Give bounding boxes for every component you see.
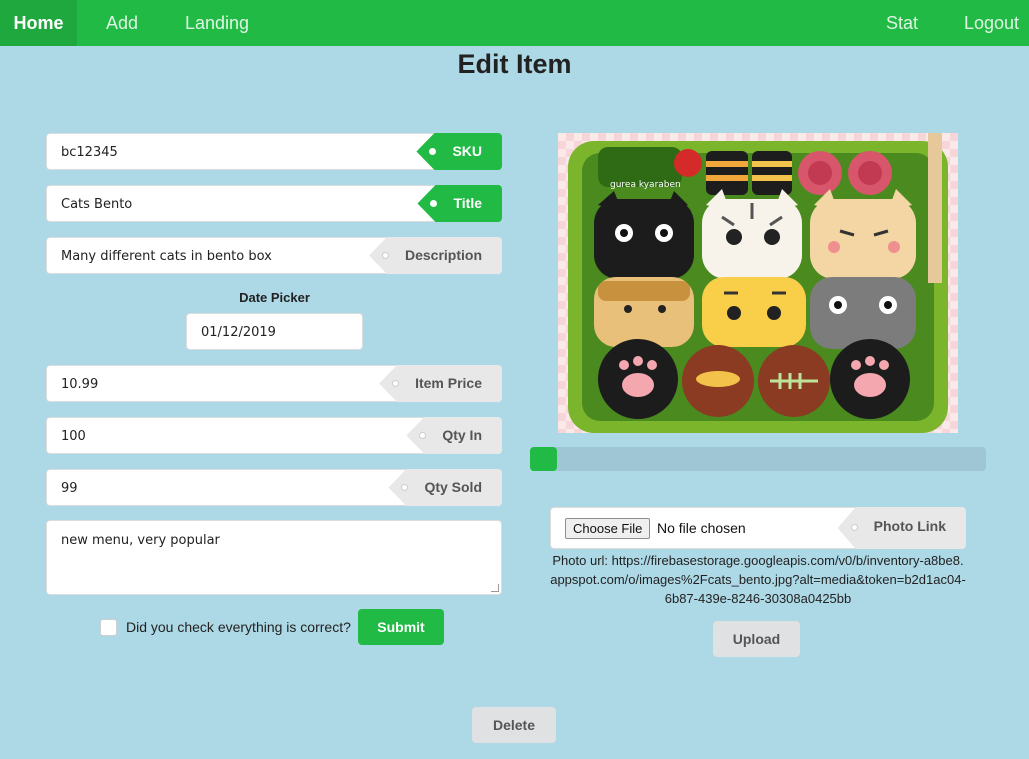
title-field: Cats Bento Title [46, 185, 502, 222]
date-picker-input[interactable]: 01/12/2019 [186, 313, 363, 350]
dot-icon [850, 524, 858, 531]
qty-in-label: Qty In [406, 417, 502, 454]
notes-value: new menu, very popular [61, 533, 220, 548]
nav-logout[interactable]: Logout [964, 0, 1019, 46]
title-label: Title [417, 185, 502, 222]
item-price-field: 10.99 Item Price [46, 365, 502, 402]
nav-home[interactable]: Home [0, 0, 77, 46]
photo-link-field: Choose File No file chosen Photo Link [550, 507, 966, 549]
resize-handle-icon[interactable] [491, 584, 499, 592]
confirm-checkbox-label[interactable]: Did you check everything is correct? [126, 619, 351, 635]
dot-icon [419, 432, 427, 439]
svg-text:gurea kyaraben: gurea kyaraben [610, 180, 681, 190]
item-price-label: Item Price [379, 365, 502, 402]
date-picker-value: 01/12/2019 [201, 325, 276, 340]
sku-field: bc12345 SKU [46, 133, 502, 170]
title-label-text: Title [453, 195, 482, 211]
item-photo: gurea kyaraben [558, 133, 958, 433]
item-price-input[interactable]: 10.99 [61, 366, 401, 401]
qty-sold-input[interactable]: 99 [61, 470, 401, 505]
description-field: Many different cats in bento box Descrip… [46, 237, 502, 274]
confirm-checkbox[interactable] [100, 619, 117, 636]
qty-sold-field: 99 Qty Sold [46, 469, 502, 506]
qty-sold-label: Qty Sold [388, 469, 502, 506]
dot-icon [430, 200, 438, 207]
page-title: Edit Item [457, 49, 572, 79]
dot-icon [392, 380, 400, 387]
dot-icon [381, 252, 389, 259]
sku-label: SKU [416, 133, 502, 170]
photo-link-label: Photo Link [837, 507, 966, 549]
description-label: Description [368, 237, 502, 274]
photo-url-text: Photo url: https://firebasestorage.googl… [550, 553, 966, 606]
photo-link-label-text: Photo Link [873, 518, 946, 534]
sku-input[interactable]: bc12345 [61, 134, 401, 169]
item-price-label-text: Item Price [415, 375, 482, 391]
qty-in-input[interactable]: 100 [61, 418, 401, 453]
bento-image: gurea kyaraben [558, 133, 958, 433]
dot-icon [429, 148, 437, 155]
sku-label-text: SKU [452, 143, 482, 159]
submit-button[interactable]: Submit [358, 609, 444, 645]
top-nav: Home Add Landing Stat Logout [0, 0, 1029, 46]
nav-landing[interactable]: Landing [185, 0, 249, 46]
nav-stat[interactable]: Stat [886, 0, 918, 46]
qty-sold-label-text: Qty Sold [424, 479, 482, 495]
nav-add[interactable]: Add [106, 0, 138, 46]
upload-button[interactable]: Upload [713, 621, 800, 657]
qty-in-field: 100 Qty In [46, 417, 502, 454]
date-picker-label: Date Picker [239, 290, 310, 305]
dot-icon [401, 484, 409, 491]
notes-textarea[interactable]: new menu, very popular [46, 520, 502, 595]
no-file-chosen-text: No file chosen [657, 520, 746, 536]
description-input[interactable]: Many different cats in bento box [61, 238, 401, 273]
delete-button[interactable]: Delete [472, 707, 556, 743]
choose-file-button[interactable]: Choose File [565, 518, 651, 539]
upload-progress-fill [530, 447, 558, 471]
description-label-text: Description [404, 247, 482, 263]
title-input[interactable]: Cats Bento [61, 186, 401, 221]
qty-in-label-text: Qty In [442, 427, 482, 443]
upload-progress-bar [530, 447, 986, 471]
